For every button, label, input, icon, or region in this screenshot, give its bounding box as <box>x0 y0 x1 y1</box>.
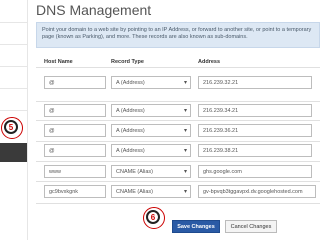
record-type-select[interactable]: A (Address) <box>111 124 191 137</box>
divider <box>36 161 320 162</box>
column-header-address: Address <box>198 59 221 65</box>
record-type-select[interactable]: CNAME (Alias) <box>111 165 191 178</box>
address-input[interactable]: gv-bpvqb3tggavpxl.dv.googlehosted.com <box>198 185 316 198</box>
divider <box>36 141 320 142</box>
sidebar-item[interactable] <box>0 44 27 67</box>
record-type-select[interactable]: A (Address) <box>111 144 191 157</box>
host-name-input[interactable]: gc9bvxkgnk <box>44 185 106 198</box>
address-input[interactable]: 216.239.32.21 <box>198 76 312 89</box>
address-input[interactable]: 216.239.38.21 <box>198 144 312 157</box>
sidebar-item-active[interactable] <box>0 143 27 162</box>
sidebar-item[interactable] <box>0 66 27 89</box>
address-input[interactable]: 216.239.34.21 <box>198 104 312 117</box>
info-box: Point your domain to a web site by point… <box>36 22 320 48</box>
host-name-input[interactable]: @ <box>44 144 106 157</box>
sidebar-item[interactable] <box>0 22 27 45</box>
host-name-input[interactable]: @ <box>44 124 106 137</box>
address-input[interactable]: ghs.google.com <box>198 165 312 178</box>
record-type-select[interactable]: A (Address) <box>111 76 191 89</box>
cancel-changes-button[interactable]: Cancel Changes <box>225 220 277 233</box>
sidebar-item[interactable] <box>0 0 27 23</box>
address-input[interactable]: 216.239.36.21 <box>198 124 312 137</box>
sidebar-item[interactable] <box>0 88 27 111</box>
step-marker-icon: 5 <box>1 117 23 139</box>
record-type-select[interactable]: CNAME (Alias) <box>111 185 191 198</box>
column-header-type: Record Type <box>111 59 144 65</box>
page-title: DNS Management <box>36 2 152 18</box>
divider <box>36 181 320 182</box>
divider <box>36 67 320 68</box>
save-changes-button[interactable]: Save Changes <box>172 220 220 233</box>
host-name-input[interactable]: @ <box>44 104 106 117</box>
host-name-input[interactable]: @ <box>44 76 106 89</box>
divider <box>36 203 320 204</box>
divider <box>36 101 320 102</box>
step-marker-icon: 6 <box>143 207 165 229</box>
host-name-input[interactable]: www <box>44 165 106 178</box>
divider <box>36 120 320 121</box>
record-type-select[interactable]: A (Address) <box>111 104 191 117</box>
column-header-host: Host Name <box>44 59 73 65</box>
